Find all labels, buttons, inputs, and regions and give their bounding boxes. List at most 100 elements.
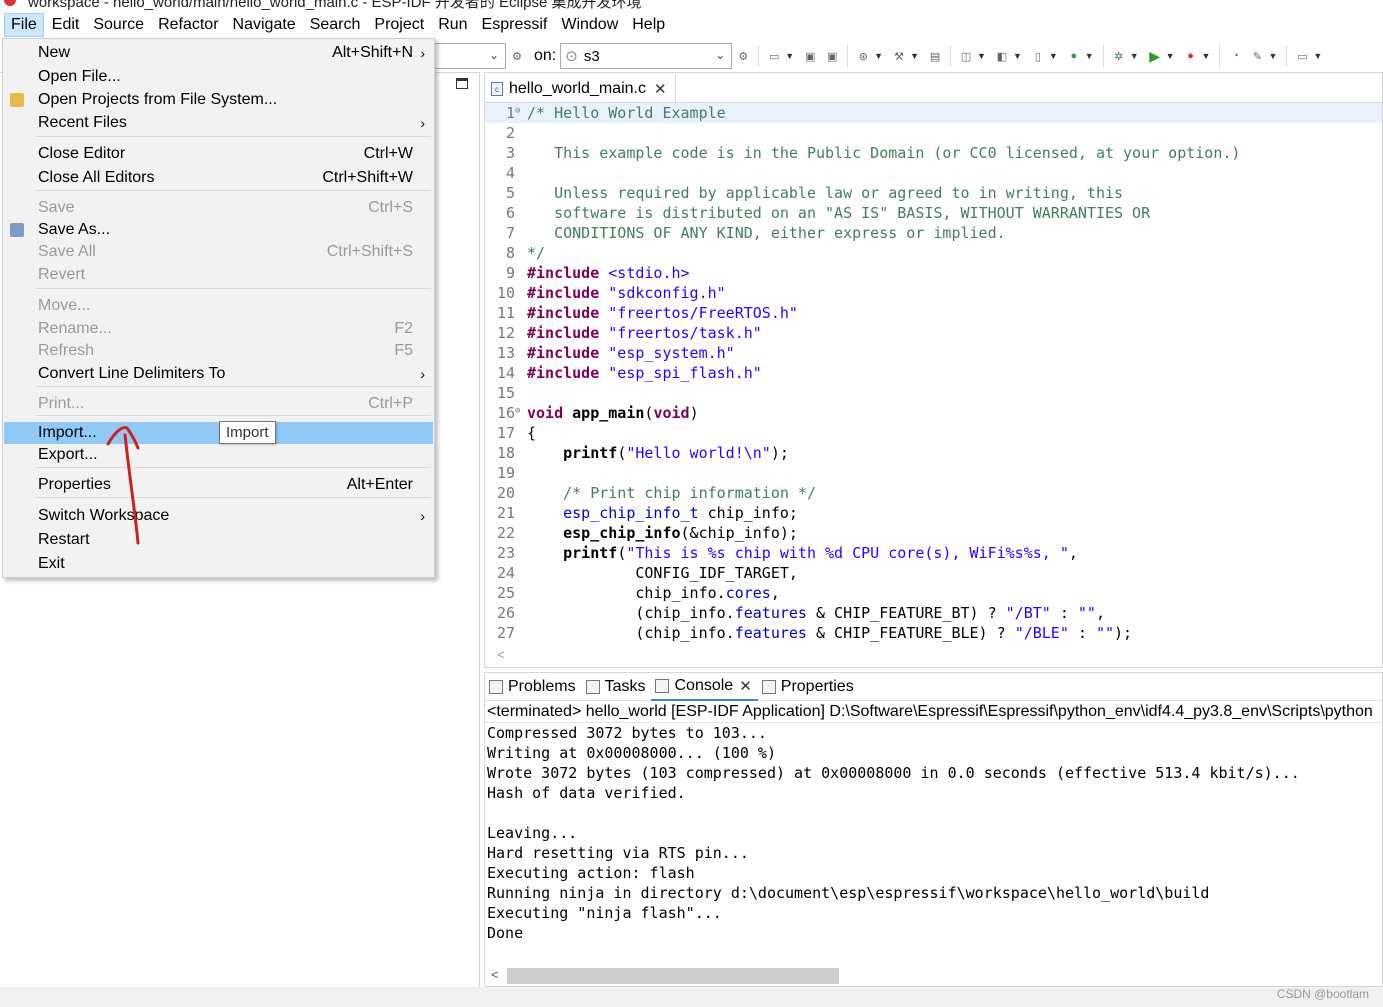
new-class-icon[interactable]: ●: [1066, 48, 1082, 64]
menu-file[interactable]: File: [4, 13, 44, 37]
launch-target-combo[interactable]: ⊙ s3 ⌄: [560, 43, 733, 69]
file-menu-item-new[interactable]: New Alt+Shift+N ›: [4, 42, 433, 64]
debug-icon[interactable]: ✲: [1111, 48, 1127, 64]
file-menu-item-restart[interactable]: Restart: [4, 529, 433, 551]
menu-window[interactable]: Window: [555, 14, 624, 36]
gear-icon[interactable]: ⚙: [735, 48, 751, 64]
menu-search[interactable]: Search: [304, 14, 367, 36]
file-menu-item-revert[interactable]: Revert: [4, 264, 433, 286]
target-settings-icon[interactable]: ⊛: [855, 48, 871, 64]
dropdown-arrow-icon[interactable]: ▼: [785, 51, 794, 61]
file-menu-item-open-file[interactable]: Open File...: [4, 66, 433, 88]
new-project-icon[interactable]: ◫: [958, 48, 974, 64]
file-menu-item-properties[interactable]: Properties Alt+Enter: [4, 474, 433, 496]
editor-horizontal-scrollbar[interactable]: <: [497, 647, 1377, 663]
file-menu-item-close-all-editors[interactable]: Close All Editors Ctrl+Shift+W: [4, 167, 433, 189]
tab-label: Problems: [508, 677, 576, 695]
code-token: software is distributed on an "AS IS" BA…: [527, 204, 1151, 222]
console-output[interactable]: Compressed 3072 bytes to 103... Writing a…: [485, 723, 1382, 943]
file-menu-item-recent-files[interactable]: Recent Files ›: [4, 112, 433, 134]
code-line: 18 printf("Hello world!\n");: [485, 443, 1382, 463]
open-type-icon[interactable]: ◔: [1227, 48, 1243, 64]
file-menu-item-rename[interactable]: Rename... F2: [4, 318, 433, 340]
code-line: 1 ⊖/* Hello World Example: [485, 103, 1382, 123]
gear-icon[interactable]: ⚙: [509, 48, 525, 64]
file-menu-item-save[interactable]: Save Ctrl+S: [4, 197, 433, 219]
tab-properties[interactable]: Properties: [758, 673, 860, 701]
menu-navigate[interactable]: Navigate: [227, 14, 302, 36]
close-icon[interactable]: ✕: [654, 80, 667, 98]
new-icon[interactable]: ▭: [766, 48, 782, 64]
fold-toggle-icon[interactable]: ⊖: [515, 403, 527, 423]
line-number: 19: [496, 464, 515, 482]
code-token: esp_chip_info: [563, 524, 681, 542]
launch-mode-combo[interactable]: ⌄: [434, 43, 506, 69]
file-menu-item-open-projects-from-file-system[interactable]: Open Projects from File System...: [4, 89, 433, 111]
menu-run[interactable]: Run: [432, 14, 473, 36]
editor-tab[interactable]: c hello_world_main.c ✕: [485, 74, 676, 102]
dropdown-arrow-icon[interactable]: ▼: [1085, 51, 1094, 61]
file-menu-item-refresh[interactable]: Refresh F5: [4, 340, 433, 362]
dropdown-arrow-icon[interactable]: ▼: [874, 51, 883, 61]
file-menu-item-convert-line-delimiters-to[interactable]: Convert Line Delimiters To ›: [4, 363, 433, 385]
save-all-icon[interactable]: ▣: [824, 48, 840, 64]
menu-source[interactable]: Source: [87, 14, 150, 36]
fold-toggle-icon[interactable]: ⊖: [515, 103, 527, 123]
dropdown-arrow-icon[interactable]: ▼: [1202, 51, 1211, 61]
dropdown-arrow-icon[interactable]: ▼: [1130, 51, 1139, 61]
dropdown-arrow-icon[interactable]: ▼: [1166, 51, 1175, 61]
tab-label: Tasks: [604, 677, 646, 695]
line-number: 3: [505, 144, 515, 162]
code-token: chip_info;: [698, 504, 798, 522]
console-line: Hash of data verified.: [487, 784, 686, 802]
file-menu-item-close-editor[interactable]: Close Editor Ctrl+W: [4, 143, 433, 165]
terminal-icon[interactable]: ▭: [1294, 48, 1310, 64]
maximize-view-icon[interactable]: [456, 78, 468, 89]
dropdown-arrow-icon[interactable]: ▼: [977, 51, 986, 61]
scrollbar-thumb[interactable]: [507, 968, 839, 984]
file-menu-item-print[interactable]: Print... Ctrl+P: [4, 393, 433, 415]
tab-console[interactable]: Console ✕: [651, 673, 758, 701]
toolbar-separator: [1102, 45, 1104, 67]
external-tools-icon[interactable]: ●: [1183, 48, 1199, 64]
menu-espressif[interactable]: Espressif: [476, 14, 554, 36]
menu-help[interactable]: Help: [626, 14, 671, 36]
run-icon[interactable]: ▶: [1147, 48, 1163, 64]
file-menu-item-move[interactable]: Move...: [4, 295, 433, 317]
file-menu-item-save-as[interactable]: Save As...: [4, 219, 433, 241]
close-icon[interactable]: ✕: [739, 677, 752, 695]
file-menu-item-export[interactable]: Export...: [4, 444, 433, 466]
menu-edit[interactable]: Edit: [46, 14, 86, 36]
menu-item-label: Close Editor: [38, 145, 126, 162]
fold-gutter: [515, 283, 527, 303]
tab-problems[interactable]: Problems: [485, 673, 582, 701]
build-hammer-icon[interactable]: ⚒: [891, 48, 907, 64]
console-horizontal-scrollbar[interactable]: <: [485, 966, 1382, 986]
new-source-file-icon[interactable]: ▯: [1030, 48, 1046, 64]
tab-tasks[interactable]: Tasks: [582, 673, 652, 701]
menu-project[interactable]: Project: [368, 14, 430, 36]
menu-item-shortcut: Ctrl+Shift+W: [322, 169, 413, 186]
code-area[interactable]: 1 ⊖/* Hello World Example 2 3 This example …: [485, 103, 1382, 643]
scroll-left-icon[interactable]: <: [491, 967, 499, 982]
file-menu-item-save-all[interactable]: Save All Ctrl+Shift+S: [4, 241, 433, 263]
window-title: workspace - hello_world/main/hello_world…: [28, 0, 642, 10]
file-menu-item-switch-workspace[interactable]: Switch Workspace ›: [4, 505, 433, 527]
line-number: 5: [505, 184, 515, 202]
save-icon[interactable]: ▣: [802, 48, 818, 64]
tab-label: Console: [674, 676, 734, 694]
dropdown-arrow-icon[interactable]: ▼: [1049, 51, 1058, 61]
dropdown-arrow-icon[interactable]: ▼: [1268, 51, 1277, 61]
search-flashlight-icon[interactable]: ✎: [1249, 48, 1265, 64]
menu-refactor[interactable]: Refactor: [152, 14, 224, 36]
code-token: "freertos/FreeRTOS.h": [608, 304, 798, 322]
binary-icon[interactable]: ▤: [927, 48, 943, 64]
dropdown-arrow-icon[interactable]: ▼: [910, 51, 919, 61]
submenu-arrow-icon: ›: [420, 508, 425, 524]
dropdown-arrow-icon[interactable]: ▼: [1013, 51, 1022, 61]
dropdown-arrow-icon[interactable]: ▼: [1313, 51, 1322, 61]
new-folder-icon[interactable]: ◧: [994, 48, 1010, 64]
file-menu-item-exit[interactable]: Exit: [4, 553, 433, 575]
line-number: 27: [496, 624, 515, 642]
